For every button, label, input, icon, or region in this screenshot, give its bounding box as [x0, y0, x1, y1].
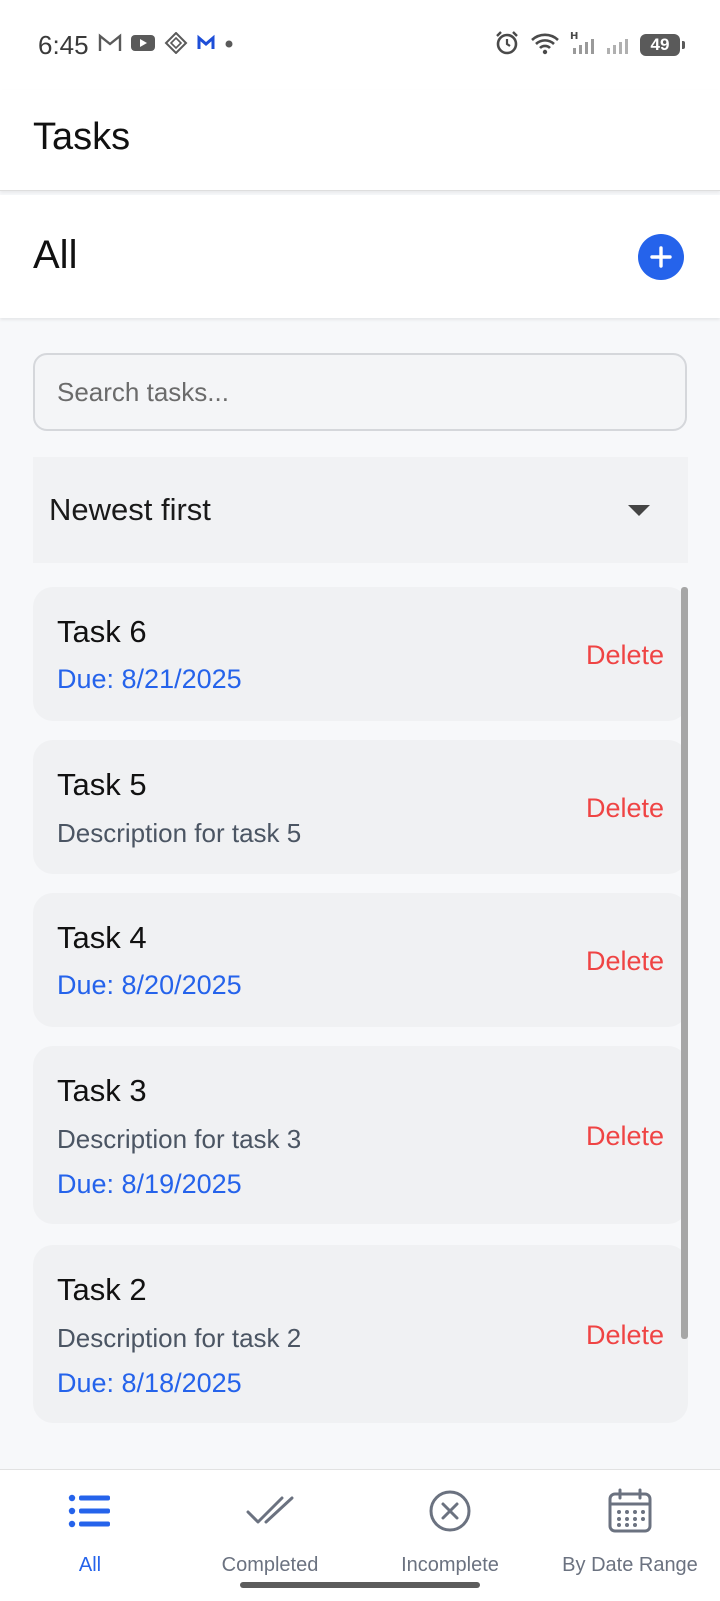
task-title: Task 5 [57, 767, 147, 802]
filter-header: All [0, 195, 720, 318]
task-due-date: Due: 8/18/2025 [57, 1368, 242, 1398]
task-list[interactable]: Task 6 Due: 8/21/2025 Delete Task 5 Desc… [33, 587, 688, 1433]
task-title: Task 6 [57, 614, 147, 649]
task-list-scrollbar[interactable] [681, 587, 688, 1339]
delete-task-button[interactable]: Delete [586, 640, 664, 671]
task-description: Description for task 2 [57, 1323, 302, 1353]
youtube-icon [130, 33, 156, 58]
status-notification-icons [98, 30, 234, 60]
circle-x-icon [360, 1488, 540, 1534]
filter-title: All [33, 233, 78, 277]
nav-item-all[interactable]: All [0, 1470, 180, 1590]
task-title: Task 2 [57, 1272, 147, 1307]
gmail-icon [98, 33, 122, 58]
task-title: Task 4 [57, 920, 147, 955]
signal-h-icon: H [570, 30, 596, 61]
home-indicator[interactable] [240, 1582, 480, 1588]
calendar-icon [540, 1488, 720, 1534]
status-system-icons: H 49 [494, 28, 685, 62]
task-description: Description for task 3 [57, 1124, 302, 1154]
sort-select[interactable]: Newest first [33, 457, 688, 563]
plus-icon [650, 246, 672, 268]
task-due-date: Due: 8/20/2025 [57, 970, 242, 1000]
task-due-date: Due: 8/19/2025 [57, 1169, 242, 1199]
double-check-icon [180, 1488, 360, 1534]
task-card[interactable]: Task 3 Description for task 3 Due: 8/19/… [33, 1046, 688, 1224]
task-title: Task 3 [57, 1073, 147, 1108]
nav-item-by-date-range[interactable]: By Date Range [540, 1470, 720, 1590]
m-app-icon [196, 34, 216, 57]
delete-task-button[interactable]: Delete [586, 946, 664, 977]
status-time: 6:45 [38, 30, 89, 60]
status-bar: 6:45 H 49 [0, 0, 720, 90]
task-card[interactable]: Task 6 Due: 8/21/2025 Delete [33, 587, 688, 721]
nav-label: By Date Range [562, 1554, 698, 1576]
svg-text:H: H [570, 31, 578, 42]
wifi-icon [530, 31, 560, 60]
nav-item-completed[interactable]: Completed [180, 1470, 360, 1590]
add-task-button[interactable] [638, 234, 684, 280]
app-header: Tasks [0, 90, 720, 191]
task-due-date: Due: 8/21/2025 [57, 664, 242, 694]
delete-task-button[interactable]: Delete [586, 1121, 664, 1152]
task-card[interactable]: Task 2 Description for task 2 Due: 8/18/… [33, 1245, 688, 1423]
task-card[interactable]: Task 4 Due: 8/20/2025 Delete [33, 893, 688, 1027]
sort-selected-label: Newest first [49, 492, 211, 527]
dot-icon [224, 36, 234, 54]
app-diamond-icon [164, 31, 188, 59]
chevron-down-icon [628, 505, 650, 516]
page-title: Tasks [33, 116, 131, 158]
nav-label: Incomplete [401, 1554, 499, 1576]
delete-task-button[interactable]: Delete [586, 1320, 664, 1351]
delete-task-button[interactable]: Delete [586, 793, 664, 824]
nav-label: All [78, 1554, 102, 1576]
nav-label: Completed [221, 1554, 319, 1576]
task-description: Description for task 5 [57, 818, 302, 848]
list-icon [0, 1488, 180, 1534]
battery-icon: 49 [640, 34, 685, 56]
search-input[interactable] [33, 353, 687, 431]
signal-icon [606, 30, 630, 61]
alarm-icon [494, 30, 520, 61]
nav-item-incomplete[interactable]: Incomplete [360, 1470, 540, 1590]
task-card[interactable]: Task 5 Description for task 5 Delete [33, 740, 688, 874]
